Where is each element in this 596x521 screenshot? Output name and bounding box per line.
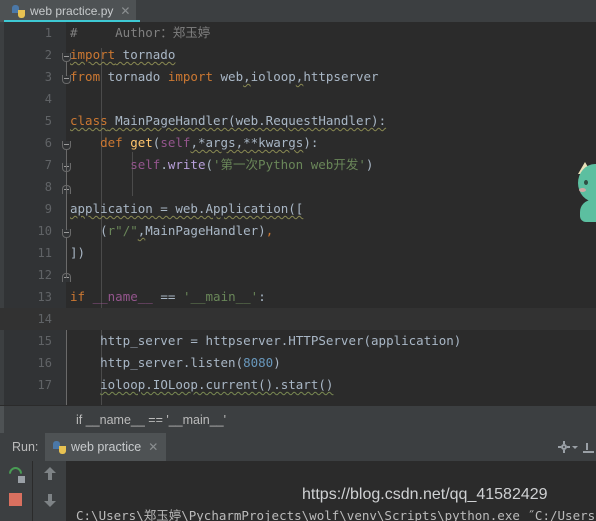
line-number: 3 [44, 70, 52, 84]
code-line-13[interactable]: 13 if __name__ == '__main__': [0, 286, 596, 308]
breadcrumb[interactable]: if __name__ == '__main__' [76, 406, 226, 434]
console-line-1: C:\Users\郑玉婷\PycharmProjects\wolf\venv\S… [76, 508, 596, 521]
line-number: 17 [37, 378, 52, 392]
line-number: 15 [37, 334, 52, 348]
code-line-8[interactable]: 8 [0, 176, 596, 198]
code-lines[interactable]: 1 # Author：郑玉婷 2 import tornado 3 from t… [0, 22, 596, 405]
python-run-config-icon [53, 440, 66, 454]
line-number: 9 [44, 202, 52, 216]
run-label: Run: [12, 440, 39, 454]
python-file-icon [12, 4, 25, 18]
line-content: # Author：郑玉婷 [70, 25, 211, 40]
editor-tab-label: web practice.py [30, 4, 114, 18]
editor-tab-bar: web practice.py ✕ [0, 0, 596, 22]
line-number: 7 [44, 158, 52, 172]
pycharm-window: web practice.py ✕ 1 # Author：郑玉婷 2 impor… [0, 0, 596, 521]
code-line-2[interactable]: 2 import tornado [0, 44, 596, 66]
close-icon[interactable]: ✕ [120, 5, 130, 17]
run-tool-window-header: Run: web practice ✕ [0, 433, 596, 461]
stop-icon[interactable] [9, 493, 22, 506]
breadcrumb-bar: if __name__ == '__main__' [0, 405, 596, 434]
cat-cheek-icon [579, 188, 586, 192]
line-number: 14 [37, 312, 52, 326]
code-line-4[interactable]: 4 [0, 88, 596, 110]
run-configuration-tab[interactable]: web practice ✕ [45, 433, 167, 461]
line-content: application = web.Application([ [70, 201, 304, 216]
rerun-icon[interactable] [6, 464, 25, 483]
code-line-3[interactable]: 3 from tornado import web,ioloop,httpser… [0, 66, 596, 88]
line-content: http_server.listen(8080) [70, 355, 281, 370]
green-cat-sticker [578, 156, 596, 226]
chevron-down-icon[interactable] [572, 446, 578, 449]
line-number: 5 [44, 114, 52, 128]
code-line-14[interactable]: 14 [0, 308, 596, 330]
line-content: def get(self,*args,**kwargs): [100, 135, 319, 150]
line-content: self.write('第一次Python web开发') [130, 157, 374, 172]
code-editor[interactable]: 1 # Author：郑玉婷 2 import tornado 3 from t… [0, 22, 596, 405]
gear-icon[interactable] [558, 441, 570, 453]
code-line-15[interactable]: 15 http_server = httpserver.HTTPServer(a… [0, 330, 596, 352]
code-line-6[interactable]: 6 def get(self,*args,**kwargs): [0, 132, 596, 154]
close-icon[interactable]: ✕ [148, 440, 158, 454]
minimize-icon[interactable] [583, 442, 594, 453]
line-number: 13 [37, 290, 52, 304]
line-content: (r"/",MainPageHandler), [70, 223, 274, 238]
code-line-10[interactable]: 10 (r"/",MainPageHandler), [0, 220, 596, 242]
scroll-down-icon[interactable] [44, 493, 56, 507]
line-content: import tornado [70, 47, 176, 62]
code-line-16[interactable]: 16 http_server.listen(8080) [0, 352, 596, 374]
cat-body-icon [580, 200, 596, 222]
line-number: 4 [44, 92, 52, 106]
line-content: http_server = httpserver.HTTPServer(appl… [70, 333, 462, 348]
line-number: 8 [44, 180, 52, 194]
line-number: 11 [37, 246, 52, 260]
line-number: 12 [37, 268, 52, 282]
code-line-1[interactable]: 1 # Author：郑玉婷 [0, 22, 596, 44]
watermark: https://blog.csdn.net/qq_41582429 [302, 486, 548, 503]
breadcrumb-left-edge [0, 406, 4, 434]
line-number: 16 [37, 356, 52, 370]
code-line-12[interactable]: 12 [0, 264, 596, 286]
scroll-up-icon[interactable] [44, 467, 56, 481]
line-number: 6 [44, 136, 52, 150]
line-content: ]) [70, 245, 86, 260]
line-number: 1 [44, 26, 52, 40]
run-tab-label: web practice [71, 440, 142, 454]
code-line-7[interactable]: 7 self.write('第一次Python web开发') [0, 154, 596, 176]
editor-tab-web-practice[interactable]: web practice.py ✕ [4, 0, 137, 22]
line-content: ioloop.IOLoop.current().start() [100, 377, 334, 392]
code-line-5[interactable]: 5 class MainPageHandler(web.RequestHandl… [0, 110, 596, 132]
line-number: 10 [37, 224, 52, 238]
line-content: class MainPageHandler(web.RequestHandler… [70, 113, 387, 128]
line-content: from tornado import web,ioloop,httpserve… [70, 69, 379, 84]
code-line-11[interactable]: 11 ]) [0, 242, 596, 264]
code-line-9[interactable]: 9 application = web.Application([ [0, 198, 596, 220]
cat-eye-icon [584, 180, 588, 185]
line-content: if __name__ == '__main__': [70, 289, 266, 304]
code-line-17[interactable]: 17 ioloop.IOLoop.current().start() [0, 374, 596, 396]
line-number: 2 [44, 48, 52, 62]
